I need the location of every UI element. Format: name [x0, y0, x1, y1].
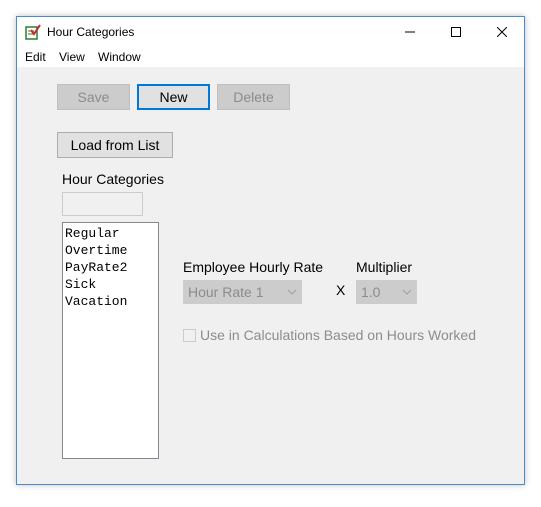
list-item[interactable]: Vacation [65, 293, 158, 310]
close-button[interactable] [479, 17, 525, 47]
title-bar[interactable]: Hour Categories [17, 17, 524, 47]
maximize-icon [451, 27, 461, 37]
app-checklist-icon [25, 24, 41, 40]
app-window: Hour Categories Edit View Window Save Ne… [16, 16, 525, 485]
use-in-calculations-checkbox[interactable] [183, 329, 196, 342]
list-item[interactable]: PayRate2 [65, 259, 158, 276]
close-icon [497, 27, 507, 37]
minimize-icon [405, 31, 415, 33]
menu-bar: Edit View Window [17, 47, 524, 67]
window-title: Hour Categories [47, 25, 135, 39]
times-sign: X [336, 282, 346, 298]
category-name-field[interactable] [62, 192, 143, 216]
hour-categories-list[interactable]: Regular Overtime PayRate2 Sick Vacation [62, 222, 159, 459]
chevron-down-icon [402, 289, 412, 295]
maximize-button[interactable] [433, 17, 479, 47]
menu-window[interactable]: Window [98, 50, 141, 64]
list-item[interactable]: Overtime [65, 242, 158, 259]
hour-categories-heading: Hour Categories [62, 171, 164, 187]
save-button[interactable]: Save [57, 84, 130, 110]
delete-button[interactable]: Delete [217, 84, 290, 110]
menu-edit[interactable]: Edit [25, 50, 46, 64]
list-item[interactable]: Sick [65, 276, 158, 293]
employee-hourly-rate-label: Employee Hourly Rate [183, 259, 324, 275]
chevron-down-icon [287, 289, 297, 295]
new-button[interactable]: New [137, 84, 210, 110]
multiplier-value: 1.0 [361, 284, 381, 300]
multiplier-select[interactable]: 1.0 [356, 280, 417, 304]
hourly-rate-select[interactable]: Hour Rate 1 [183, 280, 302, 304]
multiplier-label: Multiplier [356, 259, 413, 275]
use-in-calculations-label: Use in Calculations Based on Hours Worke… [200, 327, 476, 343]
minimize-button[interactable] [387, 17, 433, 47]
hourly-rate-value: Hour Rate 1 [188, 284, 264, 300]
list-item[interactable]: Regular [65, 225, 158, 242]
menu-view[interactable]: View [59, 50, 85, 64]
load-from-list-button[interactable]: Load from List [57, 132, 173, 158]
